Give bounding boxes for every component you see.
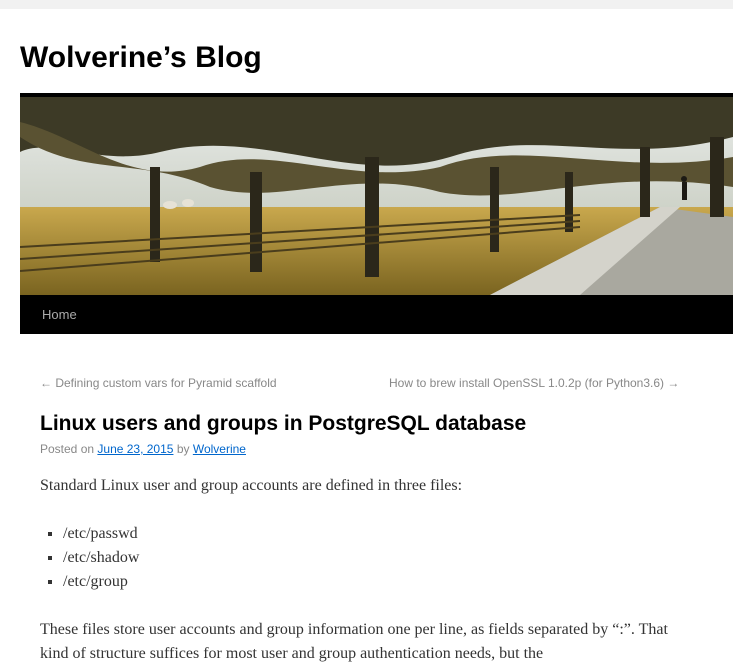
next-post-label[interactable]: How to brew install OpenSSL 1.0.2p (for … <box>389 376 664 390</box>
header-image <box>20 97 733 295</box>
post-date-link[interactable]: June 23, 2015 <box>97 442 173 456</box>
author-link[interactable]: Wolverine <box>193 442 246 456</box>
list-item: /etc/group <box>63 570 680 594</box>
body-paragraph: These files store user accounts and grou… <box>40 621 668 662</box>
intro-paragraph: Standard Linux user and group accounts a… <box>40 477 463 494</box>
list-item: /etc/shadow <box>63 546 680 570</box>
previous-post-link[interactable]: ← Defining custom vars for Pyramid scaff… <box>40 376 277 390</box>
previous-post-label[interactable]: Defining custom vars for Pyramid scaffol… <box>55 376 276 390</box>
list-item: /etc/passwd <box>63 522 680 546</box>
next-post-link[interactable]: How to brew install OpenSSL 1.0.2p (for … <box>389 376 679 390</box>
by-label: by <box>176 442 190 456</box>
post-title: Linux users and groups in PostgreSQL dat… <box>40 412 527 435</box>
top-admin-bar <box>0 0 733 9</box>
file-list: /etc/passwd /etc/shadow /etc/group <box>40 522 680 594</box>
main-navigation: Home <box>20 295 733 334</box>
nav-item-home[interactable]: Home <box>42 295 77 334</box>
post-meta: Posted on June 23, 2015 by Wolverine <box>40 442 246 456</box>
arrow-left-icon: ← <box>40 376 52 390</box>
post-content: Standard Linux user and group accounts a… <box>40 474 680 666</box>
arrow-right-icon: → <box>667 376 680 390</box>
site-title[interactable]: Wolverine’s Blog <box>20 40 262 76</box>
posted-on-label: Posted on <box>40 442 95 456</box>
